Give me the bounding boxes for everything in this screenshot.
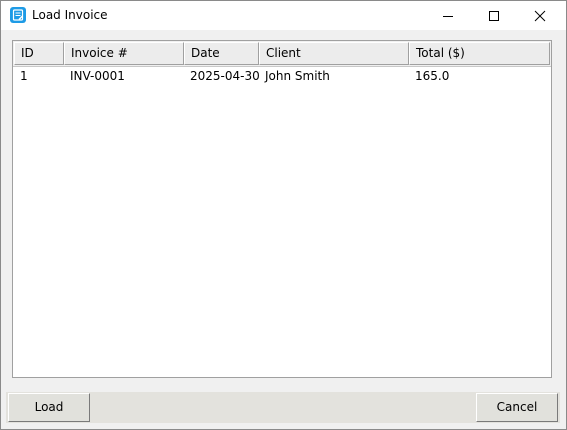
column-header-invoice-number[interactable]: Invoice # [64, 42, 184, 65]
load-button[interactable]: Load [8, 393, 90, 422]
invoice-app-icon [10, 7, 26, 23]
cell-client: John Smith [265, 69, 330, 83]
close-icon [534, 10, 546, 21]
column-header-id[interactable]: ID [14, 42, 64, 65]
title-bar[interactable]: Load Invoice [1, 1, 566, 30]
column-header-date[interactable]: Date [184, 42, 259, 65]
maximize-button[interactable] [471, 1, 517, 30]
maximize-icon [489, 10, 499, 21]
invoice-table[interactable]: ID Invoice # Date Client Total ($) 1 INV… [12, 40, 552, 378]
column-header-total[interactable]: Total ($) [409, 42, 550, 65]
table-row[interactable]: 1 INV-0001 2025-04-30 John Smith 165.0 [13, 67, 551, 86]
button-bar: Load Cancel [6, 392, 560, 423]
column-header-client[interactable]: Client [259, 42, 409, 65]
cell-id: 1 [20, 69, 28, 83]
cell-total: 165.0 [415, 69, 450, 83]
table-header: ID Invoice # Date Client Total ($) [13, 41, 551, 67]
load-invoice-dialog: Load Invoice ID Invoice # Date Client To… [0, 0, 567, 430]
minimize-button[interactable] [425, 1, 471, 30]
window-title: Load Invoice [32, 8, 108, 22]
dialog-content: ID Invoice # Date Client Total ($) 1 INV… [1, 30, 566, 429]
cancel-button[interactable]: Cancel [476, 393, 558, 422]
cell-date: 2025-04-30 [190, 69, 259, 83]
cell-invoice-number: INV-0001 [70, 69, 125, 83]
minimize-icon [443, 15, 453, 17]
close-button[interactable] [517, 1, 563, 30]
